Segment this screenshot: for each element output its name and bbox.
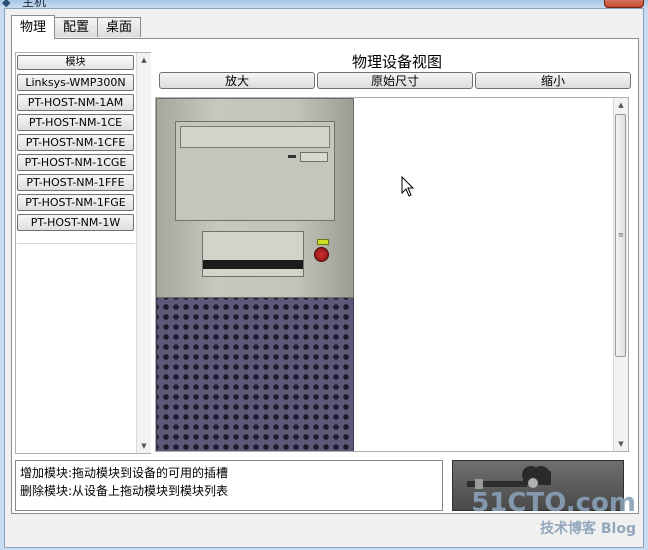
zoom-out-button[interactable]: 缩小 bbox=[475, 72, 631, 89]
watermark-subtitle: 技术博客 Blog bbox=[540, 521, 636, 537]
module-list-scrollbar[interactable]: ▲ ▼ bbox=[136, 53, 151, 453]
module-item[interactable]: Linksys-WMP300N bbox=[17, 74, 134, 91]
module-list-divider bbox=[17, 243, 135, 244]
grip-icon: ≡ bbox=[618, 231, 624, 239]
module-list: 模块 Linksys-WMP300N PT-HOST-NM-1AM PT-HOS… bbox=[15, 52, 151, 454]
module-items: 模块 Linksys-WMP300N PT-HOST-NM-1AM PT-HOS… bbox=[16, 53, 136, 453]
physical-panel: 模块 Linksys-WMP300N PT-HOST-NM-1AM PT-HOS… bbox=[11, 38, 639, 514]
scroll-up-arrow-icon[interactable]: ▲ bbox=[614, 98, 628, 112]
optical-drive-bay bbox=[175, 121, 335, 221]
device-viewport[interactable]: ▲ ≡ ▼ bbox=[155, 97, 629, 452]
pc-vent-grille bbox=[156, 298, 354, 451]
power-button[interactable] bbox=[314, 247, 329, 262]
remove-module-hint: 删除模块:从设备上拖动模块到模块列表 bbox=[20, 484, 229, 498]
module-item[interactable]: PT-HOST-NM-1FGE bbox=[17, 194, 134, 211]
viewport-vertical-scrollbar[interactable]: ▲ ≡ ▼ bbox=[613, 98, 628, 451]
module-list-header[interactable]: 模块 bbox=[17, 55, 134, 70]
mouse-cursor-icon bbox=[401, 176, 415, 197]
tab-desktop[interactable]: 桌面 bbox=[97, 17, 142, 37]
original-size-button[interactable]: 原始尺寸 bbox=[317, 72, 473, 89]
power-led bbox=[317, 239, 329, 245]
tab-bar: 物理 配置 桌面 bbox=[11, 15, 142, 39]
instructions-box: 增加模块:拖动模块到设备的可用的插槽 删除模块:从设备上拖动模块到模块列表 bbox=[15, 460, 443, 511]
module-item[interactable]: PT-HOST-NM-1CE bbox=[17, 114, 134, 131]
drive-led bbox=[288, 155, 296, 158]
window-titlebar[interactable]: ◆ 主机 bbox=[0, 0, 648, 9]
floppy-slot bbox=[203, 260, 303, 269]
floppy-drive-bay bbox=[202, 231, 304, 277]
module-item[interactable]: PT-HOST-NM-1CFE bbox=[17, 134, 134, 151]
optical-drive-tray bbox=[180, 126, 330, 148]
tab-config[interactable]: 配置 bbox=[54, 17, 99, 37]
module-item[interactable]: PT-HOST-NM-1FFE bbox=[17, 174, 134, 191]
device-window: 物理 配置 桌面 模块 Linksys-WMP300N PT-HOST-NM-1… bbox=[4, 8, 644, 548]
close-button[interactable] bbox=[604, 0, 644, 8]
scroll-up-arrow-icon[interactable]: ▲ bbox=[137, 53, 151, 67]
scroll-down-arrow-icon[interactable]: ▼ bbox=[614, 437, 628, 451]
eject-button bbox=[300, 152, 328, 162]
view-title: 物理设备视图 bbox=[351, 53, 442, 71]
watermark-logo: 51CTO.com bbox=[471, 488, 636, 518]
scroll-thumb[interactable]: ≡ bbox=[615, 114, 626, 357]
pc-front-panel bbox=[156, 98, 354, 298]
site-watermark: 51CTO.com 技术博客 Blog bbox=[471, 488, 636, 538]
zoom-in-button[interactable]: 放大 bbox=[159, 72, 315, 89]
add-module-hint: 增加模块:拖动模块到设备的可用的插槽 bbox=[20, 466, 229, 480]
module-item[interactable]: PT-HOST-NM-1AM bbox=[17, 94, 134, 111]
tab-physical[interactable]: 物理 bbox=[11, 15, 56, 39]
module-item[interactable]: PT-HOST-NM-1W bbox=[17, 214, 134, 231]
module-item[interactable]: PT-HOST-NM-1CGE bbox=[17, 154, 134, 171]
pc-case-image bbox=[156, 98, 354, 451]
scroll-down-arrow-icon[interactable]: ▼ bbox=[137, 439, 151, 453]
